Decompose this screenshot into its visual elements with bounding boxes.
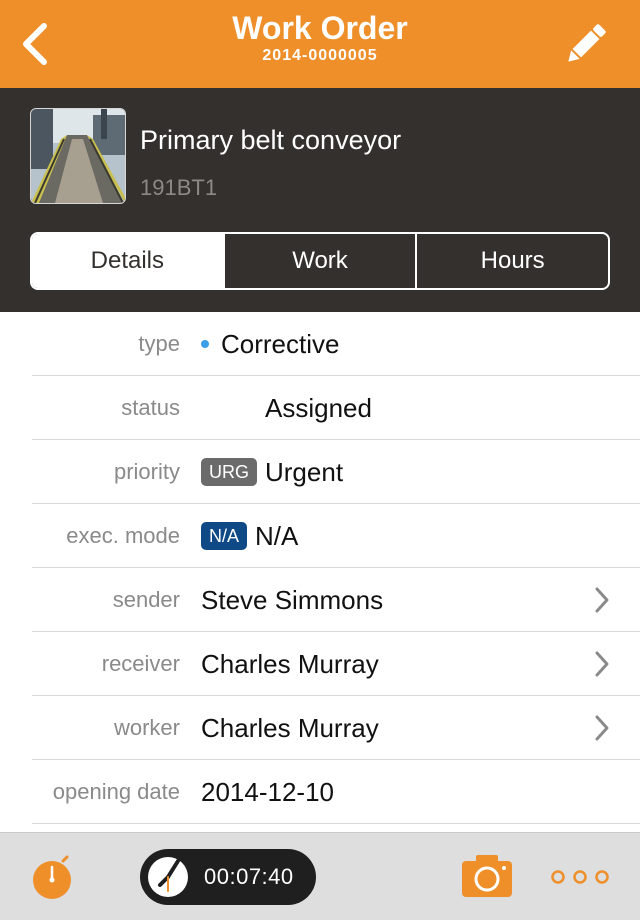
receiver-label: receiver bbox=[101, 651, 180, 676]
opening-date-row: opening date 2014-12-10 bbox=[0, 760, 640, 824]
exec-mode-row: exec. mode N/A N/A bbox=[0, 504, 640, 568]
conveyor-photo bbox=[31, 109, 125, 203]
worker-label: worker bbox=[113, 715, 180, 740]
tab-work[interactable]: Work bbox=[222, 234, 416, 288]
status-label: status bbox=[121, 395, 180, 420]
pencil-icon bbox=[568, 24, 606, 62]
chevron-right-icon[interactable] bbox=[594, 714, 610, 742]
type-row: type Corrective bbox=[0, 312, 640, 376]
asset-name: Primary belt conveyor bbox=[140, 125, 402, 155]
priority-row: priority URG Urgent bbox=[0, 440, 640, 504]
type-text: Corrective bbox=[221, 329, 340, 359]
bottom-toolbar: 00:07:40 bbox=[0, 832, 640, 920]
priority-badge: URG bbox=[201, 458, 257, 487]
sender-value: Steve Simmons bbox=[201, 585, 384, 615]
edit-button[interactable] bbox=[558, 16, 614, 72]
work-order-number: 2014-0000005 bbox=[262, 47, 378, 64]
asset-panel: Primary belt conveyor 191BT1 Details Wor… bbox=[0, 88, 640, 312]
more-icon[interactable] bbox=[548, 863, 612, 891]
tab-details[interactable]: Details bbox=[32, 234, 223, 288]
worker-value: Charles Murray bbox=[201, 713, 379, 743]
type-dot-icon bbox=[201, 340, 209, 349]
navigation-bar: Work Order 2014-0000005 bbox=[0, 0, 640, 88]
status-row: status Assigned bbox=[0, 376, 640, 440]
stopwatch-icon[interactable] bbox=[30, 853, 74, 901]
exec-mode-label: exec. mode bbox=[66, 523, 180, 548]
details-list: type Corrective status Assigned priority… bbox=[0, 312, 640, 824]
type-label: type bbox=[138, 331, 180, 356]
timer-value: 00:07:40 bbox=[204, 864, 294, 889]
sender-label: sender bbox=[112, 587, 180, 612]
asset-code: 191BT1 bbox=[140, 175, 218, 200]
asset-thumbnail[interactable] bbox=[30, 108, 126, 204]
chevron-right-icon[interactable] bbox=[594, 586, 610, 614]
timer-pill[interactable]: 00:07:40 bbox=[140, 849, 316, 905]
page-title: Work Order bbox=[232, 10, 408, 46]
exec-mode-badge: N/A bbox=[201, 522, 248, 551]
camera-icon[interactable] bbox=[460, 853, 514, 899]
tab-bar: Details Work Hours bbox=[30, 232, 610, 290]
worker-row[interactable]: worker Charles Murray bbox=[0, 696, 640, 760]
receiver-row[interactable]: receiver Charles Murray bbox=[0, 632, 640, 696]
tab-hours[interactable]: Hours bbox=[415, 234, 608, 288]
clock-icon bbox=[148, 857, 188, 897]
exec-mode-text: N/A bbox=[255, 521, 299, 551]
chevron-right-icon[interactable] bbox=[594, 650, 610, 678]
receiver-value: Charles Murray bbox=[201, 649, 379, 679]
type-value: Corrective bbox=[201, 312, 339, 376]
priority-text: Urgent bbox=[265, 457, 344, 487]
exec-mode-value: N/A N/A bbox=[201, 504, 298, 568]
priority-label: priority bbox=[113, 459, 180, 484]
status-value: Assigned bbox=[265, 393, 372, 423]
sender-row[interactable]: sender Steve Simmons bbox=[0, 568, 640, 632]
priority-value: URG Urgent bbox=[201, 440, 343, 504]
opening-date-value: 2014-12-10 bbox=[201, 777, 334, 807]
opening-date-label: opening date bbox=[52, 779, 180, 804]
